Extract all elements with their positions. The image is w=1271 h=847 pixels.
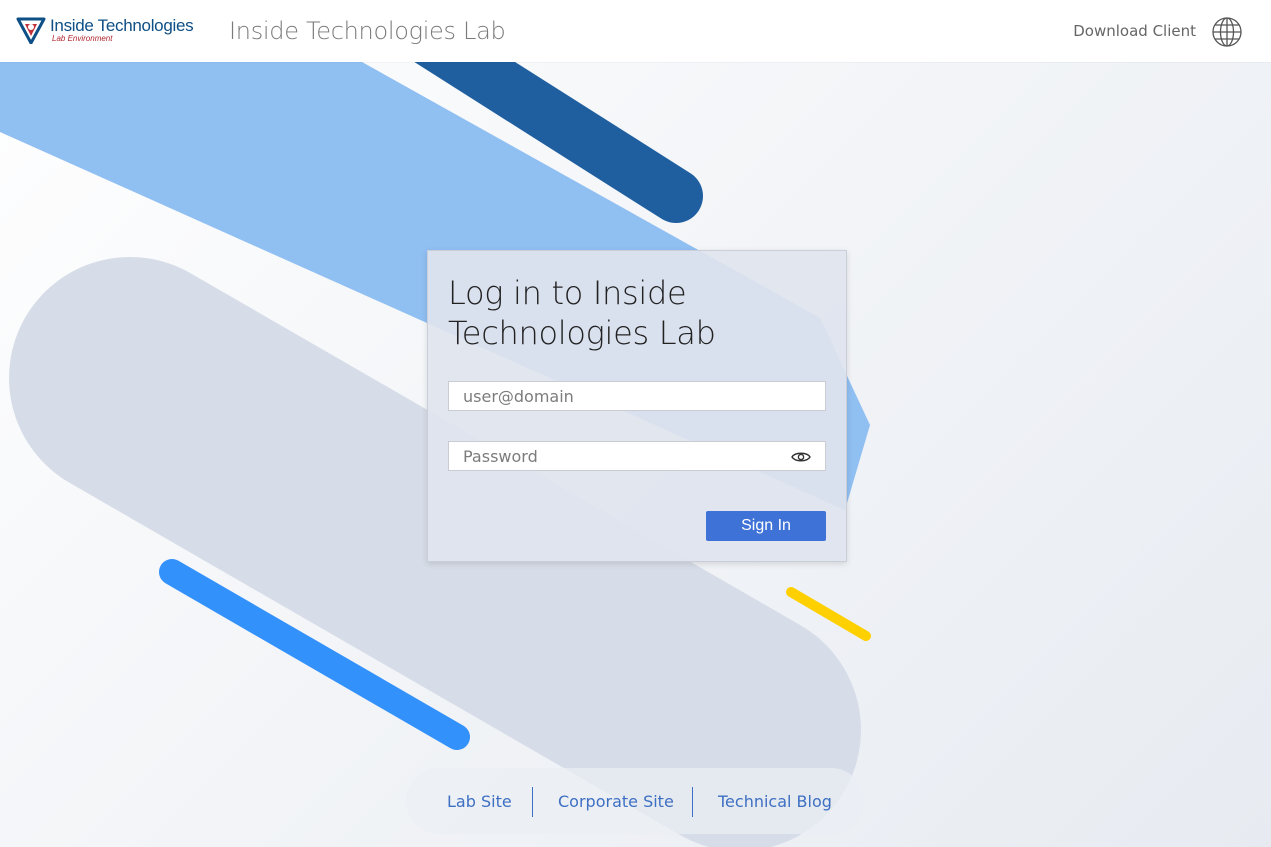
username-input[interactable]: [449, 382, 825, 410]
app-title: Inside Technologies Lab: [229, 17, 506, 45]
logo-sub-text: Lab Environment: [52, 34, 113, 43]
username-field: [448, 381, 826, 411]
download-client-link[interactable]: Download Client: [1073, 22, 1196, 40]
technical-blog-link[interactable]: Technical Blog: [718, 792, 832, 811]
top-bar: Inside Technologies Lab Environment Insi…: [0, 0, 1271, 62]
password-input[interactable]: [449, 442, 825, 470]
login-page: Inside Technologies Lab Environment Insi…: [0, 0, 1271, 847]
login-title: Log in to Inside Technologies Lab: [448, 274, 716, 352]
password-field: [448, 441, 826, 471]
company-logo[interactable]: Inside Technologies Lab Environment: [16, 14, 208, 48]
lab-site-link[interactable]: Lab Site: [447, 792, 512, 811]
login-card: Log in to Inside Technologies Lab Sign I…: [427, 250, 847, 562]
logo-shield-icon: [16, 17, 46, 44]
globe-icon[interactable]: [1211, 16, 1243, 48]
eye-icon[interactable]: [791, 450, 811, 464]
corporate-site-link[interactable]: Corporate Site: [558, 792, 674, 811]
footer-divider: [532, 787, 533, 817]
footer-links: Lab Site Corporate Site Technical Blog: [406, 768, 864, 834]
footer-divider: [692, 787, 693, 817]
sign-in-button[interactable]: Sign In: [706, 511, 826, 541]
logo-main-text: Inside Technologies: [50, 16, 194, 35]
